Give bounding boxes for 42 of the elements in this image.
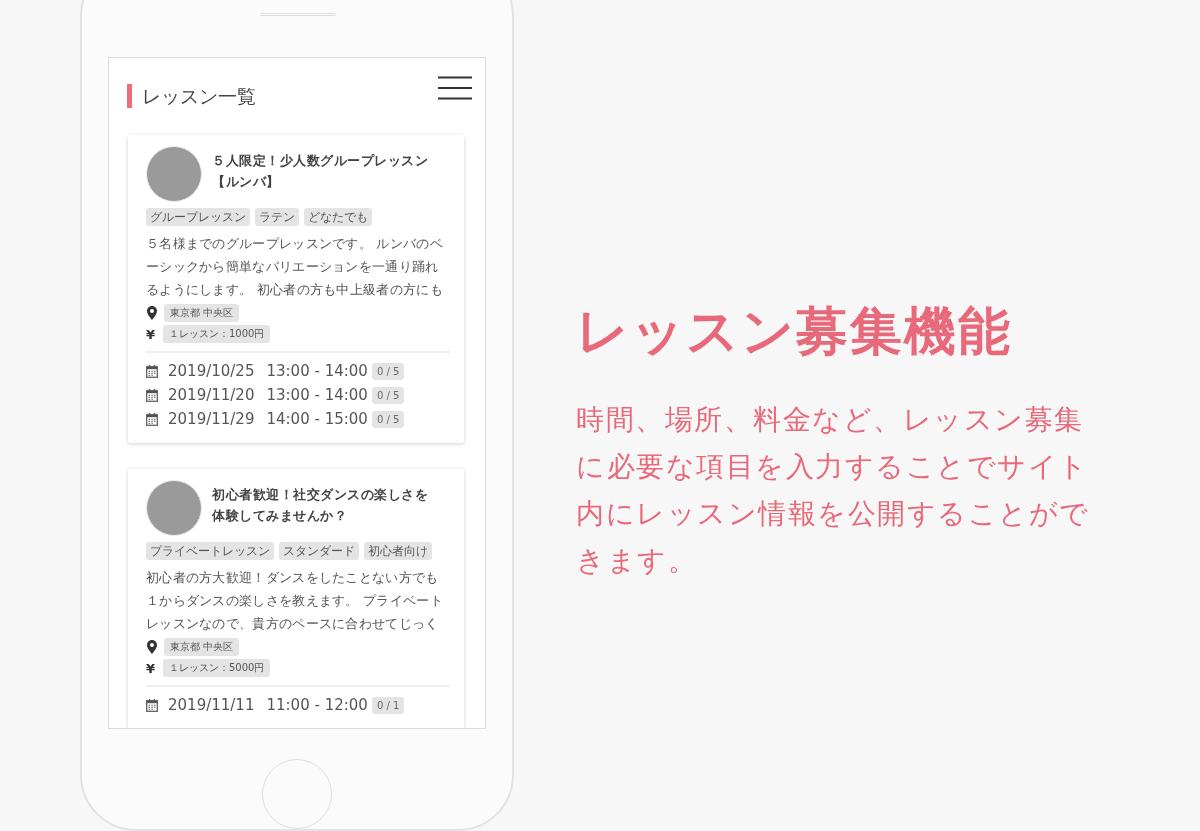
schedule-date: 2019/11/29 bbox=[168, 410, 255, 428]
tag: ラテン bbox=[255, 208, 299, 226]
calendar-icon bbox=[146, 388, 158, 402]
lesson-title: 初心者歓迎！社交ダンスの楽しさを体験してみませんか？ bbox=[212, 486, 429, 525]
calendar-icon bbox=[146, 412, 158, 426]
location-pin-icon bbox=[147, 640, 157, 654]
lesson-card[interactable]: 初心者歓迎！社交ダンスの楽しさを体験してみませんか？ プライベートレッスン スタンダード 初心者向け 初心者の方大歓迎！ダンスをしたことない方でも １からダンスの楽しさを教えます。 プライベート レッスンなので、貴方のペースに合わせてじっく 東京都 中央区 ¥ １レッスン：5000円 2019/11/11 11:00 - 12:00 0 / 1 bbox=[128, 469, 464, 728]
schedule-date: 2019/10/25 bbox=[168, 362, 255, 380]
capacity-label: 0 / 5 bbox=[371, 362, 405, 380]
location-label: 東京都 中央区 bbox=[164, 638, 240, 656]
location-label: 東京都 中央区 bbox=[164, 304, 240, 322]
capacity-label: 0 / 5 bbox=[371, 386, 405, 404]
tag: どなたでも bbox=[304, 208, 372, 226]
schedule-date: 2019/11/11 bbox=[168, 696, 255, 714]
calendar-icon bbox=[146, 364, 158, 378]
feature-description: 時間、場所、料金など、レッスン募集 に必要な項目を入力することでサイト 内にレッスン情報を公開することがで きます。 bbox=[576, 402, 1090, 579]
yen-sign: ¥ bbox=[146, 660, 156, 676]
lesson-title: ５人限定！少人数グループレッスン【ルンバ】 bbox=[212, 152, 429, 191]
schedule-time: 13:00 - 14:00 bbox=[266, 362, 368, 380]
avatar bbox=[146, 146, 202, 202]
calendar-icon bbox=[146, 698, 158, 712]
lesson-description: 初心者の方大歓迎！ダンスをしたことない方でも １からダンスの楽しさを教えます。 プライベート レッスンなので、貴方のペースに合わせてじっく bbox=[146, 569, 444, 633]
avatar bbox=[146, 480, 202, 536]
capacity-label: 0 / 5 bbox=[371, 410, 405, 428]
yen-sign: ¥ bbox=[146, 326, 156, 342]
capacity-label: 0 / 1 bbox=[371, 696, 405, 714]
price-label: １レッスン：5000円 bbox=[163, 659, 271, 677]
menu-icon[interactable] bbox=[438, 76, 472, 100]
price-label: １レッスン：1000円 bbox=[163, 325, 271, 343]
schedule-date: 2019/11/20 bbox=[168, 386, 255, 404]
page-heading: レッスン一覧 bbox=[127, 84, 256, 108]
tag: グループレッスン bbox=[146, 208, 250, 226]
schedule-time: 11:00 - 12:00 bbox=[266, 696, 368, 714]
tag: プライベートレッスン bbox=[146, 542, 274, 560]
lesson-description: ５名様までのグループレッスンです。 ルンバのベ ーシックから簡単なバリエーションを一通り踊れ るようにします。 初心者の方も中上級者の方にも bbox=[146, 235, 444, 299]
schedule-time: 14:00 - 15:00 bbox=[266, 410, 368, 428]
lesson-card[interactable] bbox=[128, 135, 464, 443]
tag: 初心者向け bbox=[364, 542, 432, 560]
tag: スタンダード bbox=[279, 542, 359, 560]
feature-heading: レッスン募集機能 bbox=[576, 300, 1013, 363]
location-pin-icon bbox=[147, 306, 157, 320]
schedule-time: 13:00 - 14:00 bbox=[266, 386, 368, 404]
